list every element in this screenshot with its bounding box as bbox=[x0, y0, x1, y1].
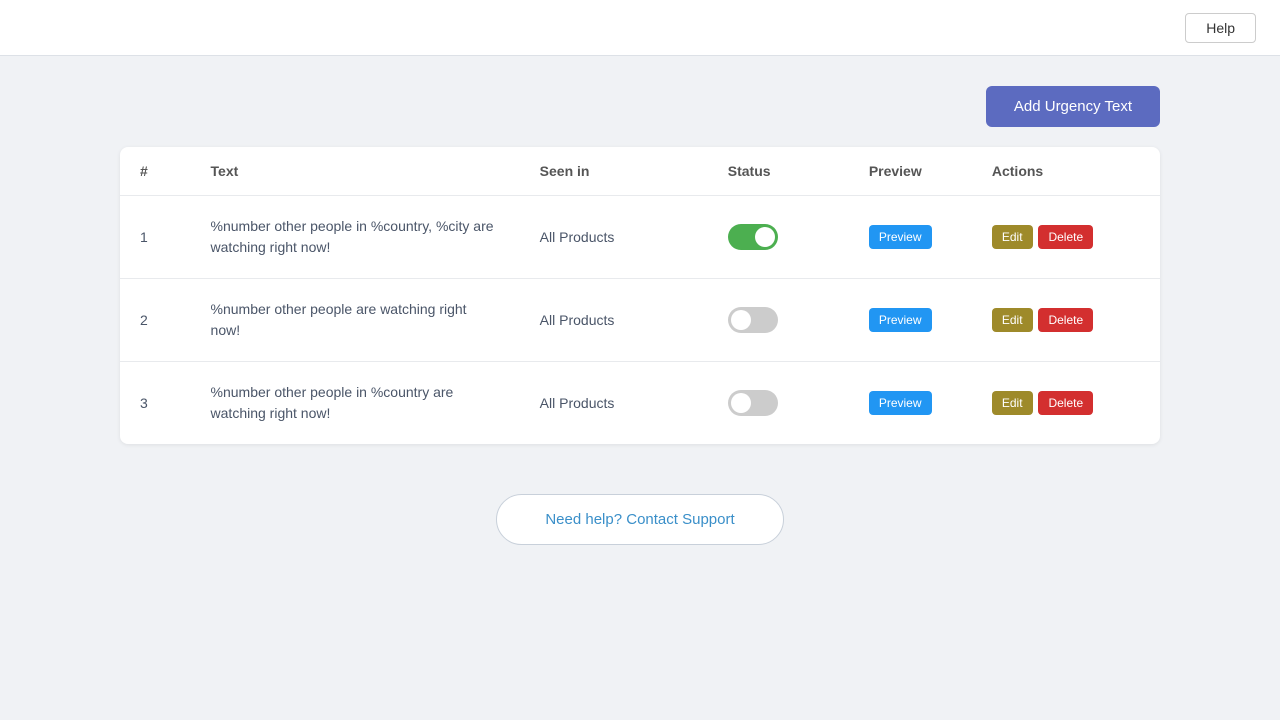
edit-button-2[interactable]: Edit bbox=[992, 391, 1033, 415]
edit-button-1[interactable]: Edit bbox=[992, 308, 1033, 332]
preview-button-0[interactable]: Preview bbox=[869, 225, 932, 249]
contact-support-link[interactable]: Need help? Contact Support bbox=[496, 494, 783, 545]
toggle-slider-2 bbox=[728, 390, 778, 416]
edit-button-0[interactable]: Edit bbox=[992, 225, 1033, 249]
table-row: 1 %number other people in %country, %cit… bbox=[120, 196, 1160, 279]
cell-text-1: %number other people are watching right … bbox=[191, 279, 520, 362]
cell-actions-1: Edit Delete bbox=[972, 279, 1160, 362]
cell-num-1: 2 bbox=[120, 279, 191, 362]
cell-actions-0: Edit Delete bbox=[972, 196, 1160, 279]
page-content: Add Urgency Text # Text Seen in Status P… bbox=[0, 56, 1280, 575]
table-header-row: # Text Seen in Status Preview Actions bbox=[120, 147, 1160, 196]
toggle-slider-0 bbox=[728, 224, 778, 250]
delete-button-2[interactable]: Delete bbox=[1038, 391, 1093, 415]
col-header-status: Status bbox=[708, 147, 849, 196]
cell-seen-in-0: All Products bbox=[520, 196, 708, 279]
col-header-seen-in: Seen in bbox=[520, 147, 708, 196]
cell-num-2: 3 bbox=[120, 362, 191, 445]
preview-button-2[interactable]: Preview bbox=[869, 391, 932, 415]
col-header-text: Text bbox=[191, 147, 520, 196]
cell-text-2: %number other people in %country are wat… bbox=[191, 362, 520, 445]
top-bar: Help bbox=[0, 0, 1280, 56]
delete-button-0[interactable]: Delete bbox=[1038, 225, 1093, 249]
cell-preview-0: Preview bbox=[849, 196, 972, 279]
cell-num-0: 1 bbox=[120, 196, 191, 279]
delete-button-1[interactable]: Delete bbox=[1038, 308, 1093, 332]
col-header-num: # bbox=[120, 147, 191, 196]
table-row: 2 %number other people are watching righ… bbox=[120, 279, 1160, 362]
toggle-slider-1 bbox=[728, 307, 778, 333]
cell-preview-1: Preview bbox=[849, 279, 972, 362]
toggle-0[interactable] bbox=[728, 224, 778, 250]
toggle-1[interactable] bbox=[728, 307, 778, 333]
cell-status-1 bbox=[708, 279, 849, 362]
cell-status-0 bbox=[708, 196, 849, 279]
cell-text-0: %number other people in %country, %city … bbox=[191, 196, 520, 279]
help-button[interactable]: Help bbox=[1185, 13, 1256, 43]
cell-actions-2: Edit Delete bbox=[972, 362, 1160, 445]
col-header-preview: Preview bbox=[849, 147, 972, 196]
urgency-table-container: # Text Seen in Status Preview Actions 1 … bbox=[120, 147, 1160, 444]
cell-seen-in-1: All Products bbox=[520, 279, 708, 362]
urgency-table: # Text Seen in Status Preview Actions 1 … bbox=[120, 147, 1160, 444]
cell-seen-in-2: All Products bbox=[520, 362, 708, 445]
toggle-2[interactable] bbox=[728, 390, 778, 416]
preview-button-1[interactable]: Preview bbox=[869, 308, 932, 332]
action-bar: Add Urgency Text bbox=[120, 86, 1160, 127]
add-urgency-button[interactable]: Add Urgency Text bbox=[986, 86, 1160, 127]
cell-status-2 bbox=[708, 362, 849, 445]
support-section: Need help? Contact Support bbox=[120, 494, 1160, 545]
table-row: 3 %number other people in %country are w… bbox=[120, 362, 1160, 445]
cell-preview-2: Preview bbox=[849, 362, 972, 445]
col-header-actions: Actions bbox=[972, 147, 1160, 196]
